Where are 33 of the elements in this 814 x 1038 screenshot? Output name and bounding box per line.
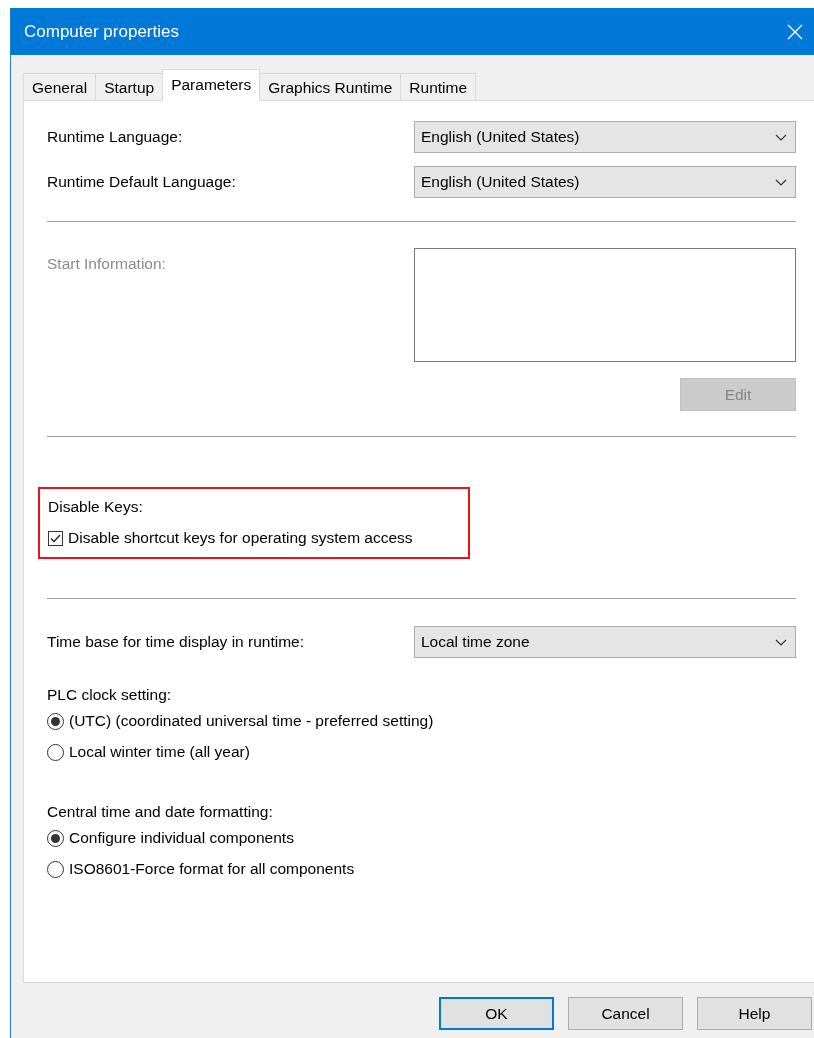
checkbox-label[interactable]: Disable shortcut keys for operating system access (68, 529, 413, 547)
chevron-down-icon (775, 178, 787, 186)
dialog-button[interactable]: Cancel (568, 997, 683, 1030)
close-icon[interactable] (787, 23, 803, 40)
field-label: Runtime Default Language: (47, 173, 236, 191)
dropdown[interactable]: Local time zone (414, 626, 796, 658)
radio-button[interactable] (47, 712, 64, 730)
field-label: Time base for time display in runtime: (47, 633, 304, 651)
tab[interactable]: Parameters (162, 69, 261, 101)
window-title: Computer properties (24, 21, 179, 42)
tab[interactable]: Runtime (400, 73, 477, 100)
dialog-button[interactable]: Help (697, 997, 812, 1030)
checkmark-icon (50, 533, 61, 543)
tab[interactable]: General (23, 73, 97, 100)
dropdown[interactable]: English (United States) (414, 121, 796, 153)
radio-button[interactable] (47, 860, 64, 878)
group-label: Central time and date formatting: (47, 803, 274, 821)
group-label: PLC clock setting: (47, 686, 173, 704)
radio-label[interactable]: ISO8601-Force format for all components (69, 860, 355, 878)
radio-button[interactable] (47, 829, 64, 847)
dialog-button[interactable]: OK (439, 997, 554, 1030)
radio-button[interactable] (47, 743, 64, 761)
radio-label[interactable]: Local winter time (all year) (69, 743, 250, 761)
chevron-down-icon (775, 638, 787, 646)
text-area[interactable] (414, 248, 796, 362)
group-label: Disable Keys: (48, 498, 144, 516)
dropdown[interactable]: English (United States) (414, 166, 796, 198)
chevron-down-icon (775, 133, 787, 141)
checkbox[interactable] (48, 530, 63, 546)
field-label: Start Information: (47, 255, 166, 273)
radio-label[interactable]: (UTC) (coordinated universal time - preferred setting) (69, 712, 434, 730)
radio-label[interactable]: Configure individual components (69, 829, 294, 847)
field-label: Runtime Language: (47, 128, 183, 146)
